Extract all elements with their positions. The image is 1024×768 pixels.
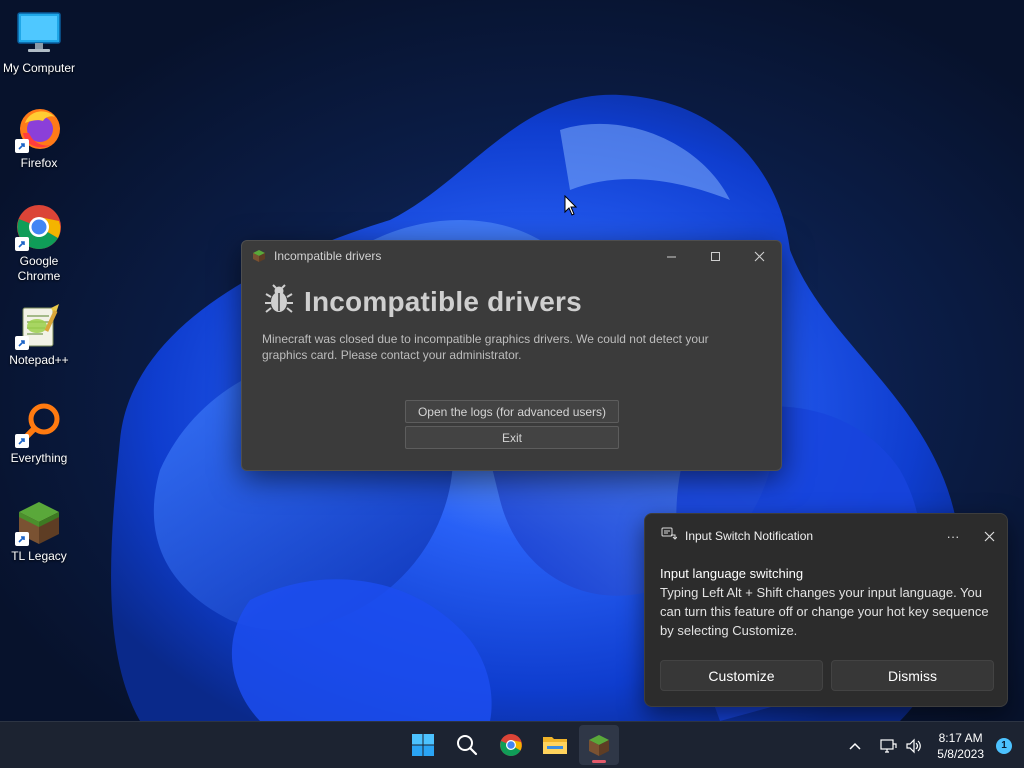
keyboard-language-icon — [661, 527, 678, 546]
maximize-button[interactable] — [693, 241, 737, 271]
dialog-window-title: Incompatible drivers — [274, 249, 382, 263]
desktop-icon-google-chrome[interactable]: Google Chrome — [0, 203, 78, 284]
mouse-cursor-icon — [564, 194, 578, 222]
close-button[interactable] — [737, 241, 781, 271]
grass-block-icon — [15, 498, 63, 546]
search-icon — [457, 735, 478, 756]
taskbar-apps — [403, 725, 619, 765]
input-switch-notification[interactable]: Input Switch Notification ··· Input lang… — [644, 513, 1008, 707]
dialog-heading: Incompatible drivers — [304, 285, 582, 317]
desktop-icon-label: Firefox — [20, 156, 58, 170]
more-options-button[interactable]: ··· — [935, 521, 971, 551]
show-hidden-icons-button[interactable] — [841, 738, 869, 753]
notification-title: Input language switching — [660, 566, 804, 581]
bug-icon — [264, 284, 294, 319]
firefox-icon — [15, 105, 63, 153]
taskbar-file-explorer[interactable] — [535, 725, 575, 765]
notification-close-button[interactable] — [971, 521, 1007, 551]
exit-button[interactable]: Exit — [405, 426, 619, 449]
quick-settings-button[interactable] — [879, 738, 923, 754]
dialog-heading-row: Incompatible drivers — [242, 271, 781, 319]
shortcut-arrow-icon — [15, 139, 29, 153]
chevron-up-icon — [849, 742, 861, 750]
grass-block-icon — [589, 735, 609, 756]
shortcut-arrow-icon — [15, 336, 29, 350]
dismiss-button[interactable]: Dismiss — [831, 660, 994, 691]
close-icon — [754, 251, 764, 261]
taskbar-chrome[interactable] — [491, 725, 531, 765]
clock[interactable]: 8:17 AM 5/8/2023 — [937, 730, 984, 762]
desktop-icon-label: My Computer — [2, 61, 76, 75]
taskbar-tl-legacy[interactable] — [579, 725, 619, 765]
windows-logo-icon — [412, 734, 434, 756]
taskbar: 8:17 AM 5/8/2023 1 — [0, 721, 1024, 768]
minimize-icon — [666, 256, 676, 257]
shortcut-arrow-icon — [15, 434, 29, 448]
shortcut-arrow-icon — [15, 237, 29, 251]
notification-body: Typing Left Alt + Shift changes your inp… — [660, 585, 989, 638]
volume-icon — [906, 738, 922, 753]
desktop-icon-firefox[interactable]: Firefox — [0, 105, 78, 171]
start-button[interactable] — [403, 725, 443, 765]
shortcut-arrow-icon — [15, 532, 29, 546]
desktop-icon-my-computer[interactable]: My Computer — [0, 10, 78, 76]
notification-center-badge[interactable]: 1 — [996, 737, 1012, 754]
clock-time: 8:17 AM — [938, 730, 983, 745]
grass-block-icon — [252, 249, 266, 263]
minimize-button[interactable] — [649, 241, 693, 271]
system-tray: 8:17 AM 5/8/2023 1 — [841, 722, 1024, 768]
chrome-icon — [15, 203, 63, 251]
desktop-icon-label: TL Legacy — [11, 549, 67, 563]
magnifier-icon — [15, 400, 63, 448]
search-button[interactable] — [447, 725, 487, 765]
chrome-icon — [500, 734, 522, 756]
open-logs-button[interactable]: Open the logs (for advanced users) — [405, 400, 619, 423]
close-icon — [984, 531, 994, 541]
incompatible-drivers-dialog: Incompatible drivers Incompatible driver… — [241, 240, 782, 471]
desktop-icon-label: Everything — [10, 451, 68, 465]
maximize-icon — [710, 251, 720, 261]
desktop-icon-label: Google Chrome — [17, 254, 61, 283]
desktop-icon-everything[interactable]: Everything — [0, 400, 78, 466]
desktop-icon-notepad-plus-plus[interactable]: Notepad++ — [0, 302, 78, 368]
network-icon — [880, 738, 897, 753]
notepad-plus-plus-icon — [15, 302, 63, 350]
desktop-icon-tl-legacy[interactable]: TL Legacy — [0, 498, 78, 564]
notification-actions: Customize Dismiss — [660, 660, 994, 691]
notification-header: Input Switch Notification ··· — [645, 514, 1007, 558]
folder-icon — [543, 737, 567, 754]
customize-button[interactable]: Customize — [660, 660, 823, 691]
monitor-icon — [15, 10, 63, 58]
clock-date: 5/8/2023 — [937, 746, 984, 761]
dialog-message: Minecraft was closed due to incompatible… — [262, 332, 709, 362]
dialog-titlebar[interactable]: Incompatible drivers — [242, 241, 781, 271]
notification-app-name: Input Switch Notification — [685, 529, 814, 543]
desktop-icon-label: Notepad++ — [9, 353, 69, 367]
